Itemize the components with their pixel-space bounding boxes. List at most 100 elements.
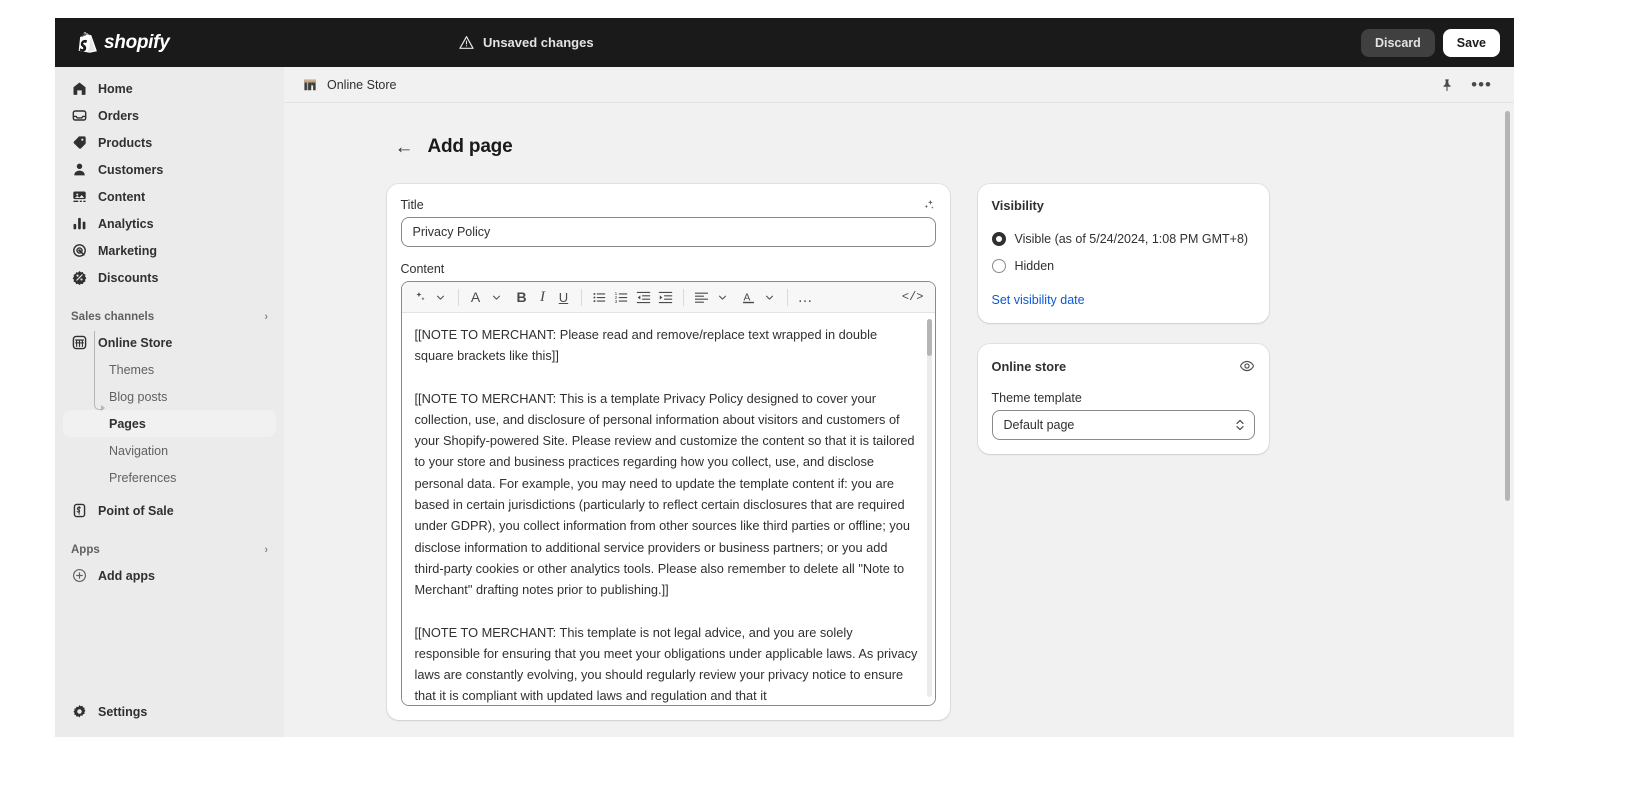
pin-icon[interactable] (1440, 78, 1454, 92)
set-visibility-date-link[interactable]: Set visibility date (992, 293, 1085, 307)
sidebar-footer: Settings (63, 698, 276, 737)
sidebar-item-online-store[interactable]: Online Store (63, 329, 276, 356)
title-label: Title (400, 198, 424, 212)
sidebar-item-label: Discounts (98, 270, 159, 285)
radio-visible[interactable] (991, 232, 1006, 246)
sidebar-item-blog-posts[interactable]: Blog posts (63, 383, 276, 410)
breadcrumb[interactable]: Online Store (302, 77, 396, 93)
title-input[interactable] (400, 217, 936, 247)
chevron-right-icon: › (264, 544, 268, 556)
radio-visible-label: Visible (as of 5/24/2024, 1:08 PM GMT+8) (1014, 232, 1249, 246)
visibility-option-hidden[interactable]: Hidden (991, 257, 1255, 275)
toolbar-group-magic (410, 286, 451, 308)
top-bar: shopify Unsaved changes Discard Save (55, 18, 1514, 67)
text-color-chevron-down-icon[interactable] (760, 286, 780, 308)
outdent-icon[interactable] (633, 286, 654, 308)
align-chevron-down-icon[interactable] (713, 286, 733, 308)
editor-scrollbar-thumb[interactable] (926, 319, 932, 356)
more-options-icon[interactable]: … (795, 286, 817, 308)
sidebar-item-home[interactable]: Home (63, 75, 276, 102)
magic-sparkle-icon[interactable] (922, 198, 936, 212)
numbered-list-icon[interactable]: 123 (611, 286, 632, 308)
sidebar-item-content[interactable]: Content (63, 183, 276, 210)
text-color-icon[interactable]: A (738, 286, 759, 308)
sidebar-item-label: Blog posts (109, 389, 168, 404)
theme-template-select-wrap: Default page (991, 410, 1255, 440)
discard-button[interactable]: Discard (1360, 28, 1435, 57)
sidebar-item-add-apps[interactable]: Add apps (63, 562, 276, 589)
sidebar-item-customers[interactable]: Customers (63, 156, 276, 183)
breadcrumb-bar: Online Store ••• (284, 67, 1514, 103)
save-button[interactable]: Save (1442, 28, 1500, 57)
toolbar-divider (786, 288, 788, 306)
sidebar-item-label: Point of Sale (98, 503, 174, 518)
page-inner: ← Add page Title Privacy Policy Content … (386, 136, 1412, 720)
sidebar-item-label: Online Store (98, 335, 173, 350)
sidebar-item-preferences[interactable]: Preferences (63, 464, 276, 491)
sidebar-item-navigation[interactable]: Navigation (63, 437, 276, 464)
sidebar-item-pages[interactable]: Pages (63, 410, 276, 437)
paragraph-style-button[interactable]: A (466, 286, 486, 308)
left-column: Title Content (386, 184, 950, 720)
page-scrollbar[interactable] (1505, 111, 1510, 729)
underline-button[interactable]: U (554, 286, 574, 308)
theme-template-select[interactable]: Default page (991, 410, 1255, 440)
chevron-right-icon: › (264, 311, 268, 323)
online-store-card-header: Online store (992, 358, 1255, 374)
sidebar-item-label: Marketing (98, 243, 158, 258)
back-arrow-icon[interactable]: ← (395, 138, 414, 157)
sidebar-item-products[interactable]: Products (63, 129, 276, 156)
top-bar-actions: Discard Save (1360, 28, 1500, 57)
radio-hidden[interactable] (991, 259, 1006, 273)
bold-button[interactable]: B (512, 286, 532, 308)
unsaved-changes-indicator: Unsaved changes (459, 35, 594, 50)
toolbar-divider (457, 288, 459, 306)
sidebar-item-label: Products (98, 135, 153, 150)
shopify-wordmark: shopify (104, 31, 170, 53)
page-scrollbar-thumb[interactable] (1505, 111, 1510, 501)
more-horizontal-icon[interactable]: ••• (1471, 76, 1492, 93)
indent-icon[interactable] (655, 286, 676, 308)
page-details-card: Title Content (386, 184, 950, 720)
align-left-icon[interactable] (691, 286, 712, 308)
sidebar-item-orders[interactable]: Orders (63, 102, 276, 129)
sidebar-item-discounts[interactable]: Discounts (63, 264, 276, 291)
editor-scrollbar[interactable] (926, 319, 932, 697)
sidebar-item-point-of-sale[interactable]: Point of Sale (63, 497, 276, 524)
sidebar-item-settings[interactable]: Settings (63, 698, 276, 725)
code-view-icon[interactable]: </> (899, 286, 927, 308)
app-body: Home Orders Products Customers Content A… (55, 67, 1514, 737)
sidebar-section-apps[interactable]: Apps › (63, 538, 276, 562)
sidebar-item-label: Customers (98, 162, 164, 177)
editor-paragraph: [[NOTE TO MERCHANT: Please read and remo… (414, 327, 878, 364)
sidebar-item-marketing[interactable]: Marketing (63, 237, 276, 264)
sidebar-section-label: Sales channels (71, 311, 155, 323)
editor-content[interactable]: [[NOTE TO MERCHANT: Please read and remo… (401, 313, 935, 705)
shopify-admin-window: shopify Unsaved changes Discard Save Hom… (55, 18, 1514, 737)
person-icon (71, 162, 87, 178)
svg-text:3: 3 (614, 298, 617, 303)
magic-sparkle-icon[interactable] (410, 286, 430, 308)
editor-paragraph: [[NOTE TO MERCHANT: This template is not… (414, 624, 918, 704)
rich-text-editor: A B I U 1 2 3 A … </> [[NOTE TO MERCHANT… (400, 281, 936, 706)
shopify-logo[interactable]: shopify (78, 31, 170, 54)
target-icon (71, 243, 87, 259)
toolbar-group-style: A B I U (466, 286, 574, 308)
svg-text:A: A (743, 292, 750, 303)
sidebar-item-label: Navigation (109, 443, 169, 458)
sidebar-item-analytics[interactable]: Analytics (63, 210, 276, 237)
sidebar-section-label: Apps (71, 544, 100, 556)
sidebar-item-themes[interactable]: Themes (63, 356, 276, 383)
magic-chevron-down-icon[interactable] (431, 286, 451, 308)
breadcrumb-label: Online Store (327, 77, 397, 92)
italic-button[interactable]: I (533, 286, 553, 308)
eye-icon[interactable] (1239, 358, 1255, 374)
visibility-option-visible[interactable]: Visible (as of 5/24/2024, 1:08 PM GMT+8) (991, 230, 1255, 248)
bulleted-list-icon[interactable] (589, 286, 610, 308)
sidebar-section-sales-channels[interactable]: Sales channels › (63, 305, 276, 329)
paragraph-style-chevron-down-icon[interactable] (487, 286, 507, 308)
discount-icon (71, 270, 87, 286)
orders-icon (71, 108, 87, 124)
sidebar-item-label: Preferences (109, 470, 177, 485)
sidebar-item-label: Home (98, 81, 133, 96)
